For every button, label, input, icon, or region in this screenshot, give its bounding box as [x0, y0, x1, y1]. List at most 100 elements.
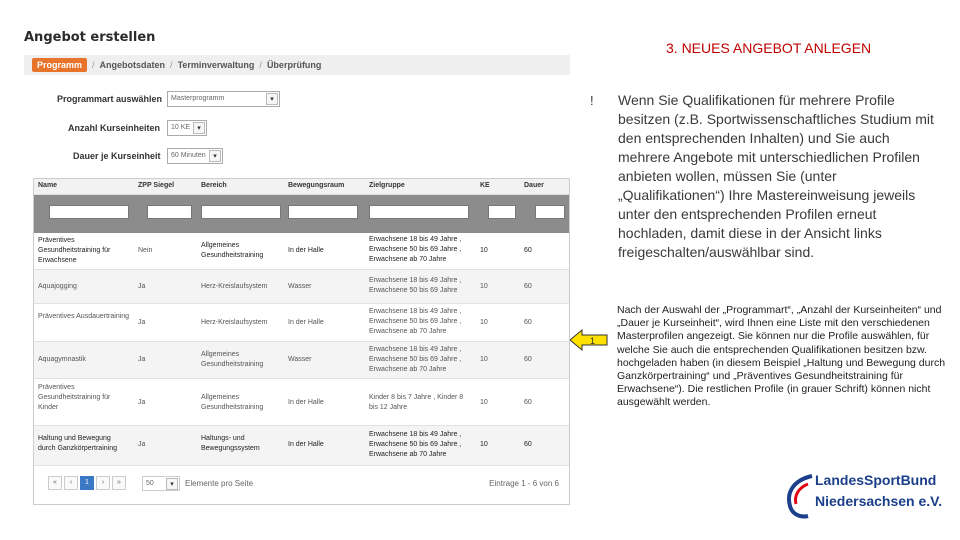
cell-siegel: Ja [138, 283, 146, 290]
cell-zielgruppe: Erwachsene 18 bis 49 Jahre , Erwachsene … [369, 236, 462, 263]
page-size-value: 50 [146, 479, 154, 487]
app-title: Angebot erstellen [24, 30, 156, 45]
filter-input-name[interactable] [49, 205, 129, 219]
filter-input-dauer[interactable] [535, 205, 565, 219]
cell-name: Präventives Ausdauertraining [38, 313, 130, 320]
column-header-dauer[interactable]: Dauer [524, 182, 544, 189]
column-header-bewegungsraum[interactable]: Bewegungsraum [288, 182, 344, 189]
filter-input-ke[interactable] [488, 205, 516, 219]
hint-bullet: ! Wenn Sie Qualifikationen für mehrere P… [590, 91, 942, 262]
logo-line2: Niedersachsen e.V. [815, 493, 943, 509]
chevron-down-icon: ▾ [209, 150, 221, 162]
dauer-value: 60 Minuten [171, 152, 206, 159]
callout-arrow: 1 [570, 329, 608, 351]
filter-input-bewegungsraum[interactable] [288, 205, 358, 219]
breadcrumb-item-angebotsdaten[interactable]: Angebotsdaten [100, 60, 166, 70]
table-row[interactable]: Aquajogging Ja Herz-Kreislaufsystem Wass… [34, 270, 569, 304]
cell-ke: 10 [480, 399, 488, 406]
arrow-label: 1 [590, 336, 595, 346]
programmart-value: Masterprogramm [171, 95, 225, 102]
cell-raum: In der Halle [288, 319, 324, 326]
pager-prev-button[interactable]: ‹ [64, 476, 78, 490]
cell-raum: In der Halle [288, 247, 324, 254]
column-header-bereich[interactable]: Bereich [201, 182, 227, 189]
cell-ke: 10 [480, 441, 488, 448]
cell-zielgruppe: Erwachsene 18 bis 49 Jahre , Erwachsene … [369, 277, 462, 294]
table-row[interactable]: Haltung und Bewegung durch Ganzkörpertra… [34, 426, 569, 466]
programmart-label: Programmart auswählen [57, 94, 163, 104]
page-size-select[interactable]: 50 ▾ [142, 475, 180, 491]
cell-ke: 10 [480, 319, 488, 326]
hint-text: Wenn Sie Qualifikationen für mehrere Pro… [618, 92, 934, 260]
table-row[interactable]: Präventives Gesundheitstraining für Kind… [34, 379, 569, 426]
kurseinheiten-value: 10 KE [171, 124, 191, 131]
chevron-down-icon: ▾ [266, 93, 278, 105]
filter-input-siegel[interactable] [147, 205, 192, 219]
cell-dauer: 60 [524, 356, 532, 363]
page-size-label: Elemente pro Seite [185, 478, 254, 488]
profile-grid: Name ZPP Siegel Bereich Bewegungsraum Zi… [33, 178, 570, 505]
column-header-name[interactable]: Name [38, 182, 57, 189]
cell-bereich: Herz-Kreislaufsystem [201, 319, 268, 326]
chevron-down-icon: ▾ [166, 477, 178, 490]
dauer-select[interactable]: 60 Minuten ▾ [167, 148, 223, 164]
cell-name: Präventives Gesundheitstraining für Kind… [38, 384, 111, 411]
pager-last-button[interactable]: » [112, 476, 126, 490]
breadcrumb-separator: / [170, 60, 173, 70]
table-row[interactable]: Präventives Ausdauertraining Ja Herz-Kre… [34, 304, 569, 342]
cell-zielgruppe: Erwachsene 18 bis 49 Jahre , Erwachsene … [369, 308, 462, 335]
filter-input-bereich[interactable] [201, 205, 281, 219]
cell-raum: In der Halle [288, 399, 324, 406]
cell-name: Haltung und Bewegung durch Ganzkörpertra… [38, 435, 117, 452]
cell-dauer: 60 [524, 441, 532, 448]
filter-input-zielgruppe[interactable] [369, 205, 469, 219]
description-text: Nach der Auswahl der „Programmart“, „Anz… [617, 304, 946, 409]
grid-pager: « ‹ 1 › » 50 ▾ Elemente pro Seite Eintra… [34, 471, 569, 495]
cell-bereich: Herz-Kreislaufsystem [201, 283, 268, 290]
filter-bar [34, 195, 569, 233]
cell-siegel: Ja [138, 441, 146, 448]
column-header-ke[interactable]: KE [480, 182, 490, 189]
cell-raum: Wasser [288, 356, 312, 363]
cell-dauer: 60 [524, 399, 532, 406]
pager-next-button[interactable]: › [96, 476, 110, 490]
table-row[interactable]: Präventives Gesundheitstraining für Erwa… [34, 233, 569, 270]
pager-page-1-button[interactable]: 1 [80, 476, 94, 490]
cell-bereich: Haltungs- und Bewegungssystem [201, 435, 260, 452]
cell-zielgruppe: Erwachsene 18 bis 49 Jahre , Erwachsene … [369, 431, 462, 458]
chevron-down-icon: ▾ [193, 122, 205, 134]
cell-bereich: Allgemeines Gesundheitstraining [201, 351, 264, 368]
programmart-select[interactable]: Masterprogramm ▾ [167, 91, 280, 107]
cell-siegel: Ja [138, 319, 146, 326]
breadcrumb-item-programm[interactable]: Programm [32, 58, 88, 72]
breadcrumb-separator: / [92, 60, 95, 70]
cell-siegel: Nein [138, 247, 153, 254]
dauer-label: Dauer je Kurseinheit [73, 151, 161, 161]
breadcrumb-item-terminverwaltung[interactable]: Terminverwaltung [178, 60, 255, 70]
grid-header: Name ZPP Siegel Bereich Bewegungsraum Zi… [34, 179, 569, 195]
pager-first-button[interactable]: « [48, 476, 62, 490]
hint-marker: ! [590, 93, 594, 108]
cell-ke: 10 [480, 283, 488, 290]
cell-name: Präventives Gesundheitstraining für Erwa… [38, 237, 111, 264]
pager-summary: Eintrage 1 - 6 von 6 [489, 478, 559, 488]
cell-name: Aquajogging [38, 283, 77, 290]
breadcrumb-separator: / [259, 60, 262, 70]
cell-ke: 10 [480, 356, 488, 363]
cell-dauer: 60 [524, 283, 532, 290]
cell-raum: Wasser [288, 283, 312, 290]
logo-line1: LandesSportBund [815, 472, 937, 488]
breadcrumb-item-ueberpruefung[interactable]: Überprüfung [267, 60, 322, 70]
kurseinheiten-select[interactable]: 10 KE ▾ [167, 120, 207, 136]
kurseinheiten-label: Anzahl Kurseinheiten [68, 123, 161, 133]
cell-siegel: Ja [138, 399, 146, 406]
cell-zielgruppe: Kinder 8 bis 7 Jahre , Kinder 8 bis 12 J… [369, 394, 464, 411]
breadcrumb: Programm / Angebotsdaten / Terminverwalt… [24, 55, 570, 75]
slide-title: 3. NEUES ANGEBOT ANLEGEN [666, 40, 872, 56]
cell-siegel: Ja [138, 356, 146, 363]
cell-zielgruppe: Erwachsene 18 bis 49 Jahre , Erwachsene … [369, 346, 462, 373]
lsb-swoosh-icon [787, 474, 813, 519]
table-row[interactable]: Aquagymnastik Ja Allgemeines Gesundheits… [34, 342, 569, 379]
column-header-zielgruppe[interactable]: Zielgruppe [369, 182, 405, 189]
column-header-siegel[interactable]: ZPP Siegel [138, 182, 174, 189]
